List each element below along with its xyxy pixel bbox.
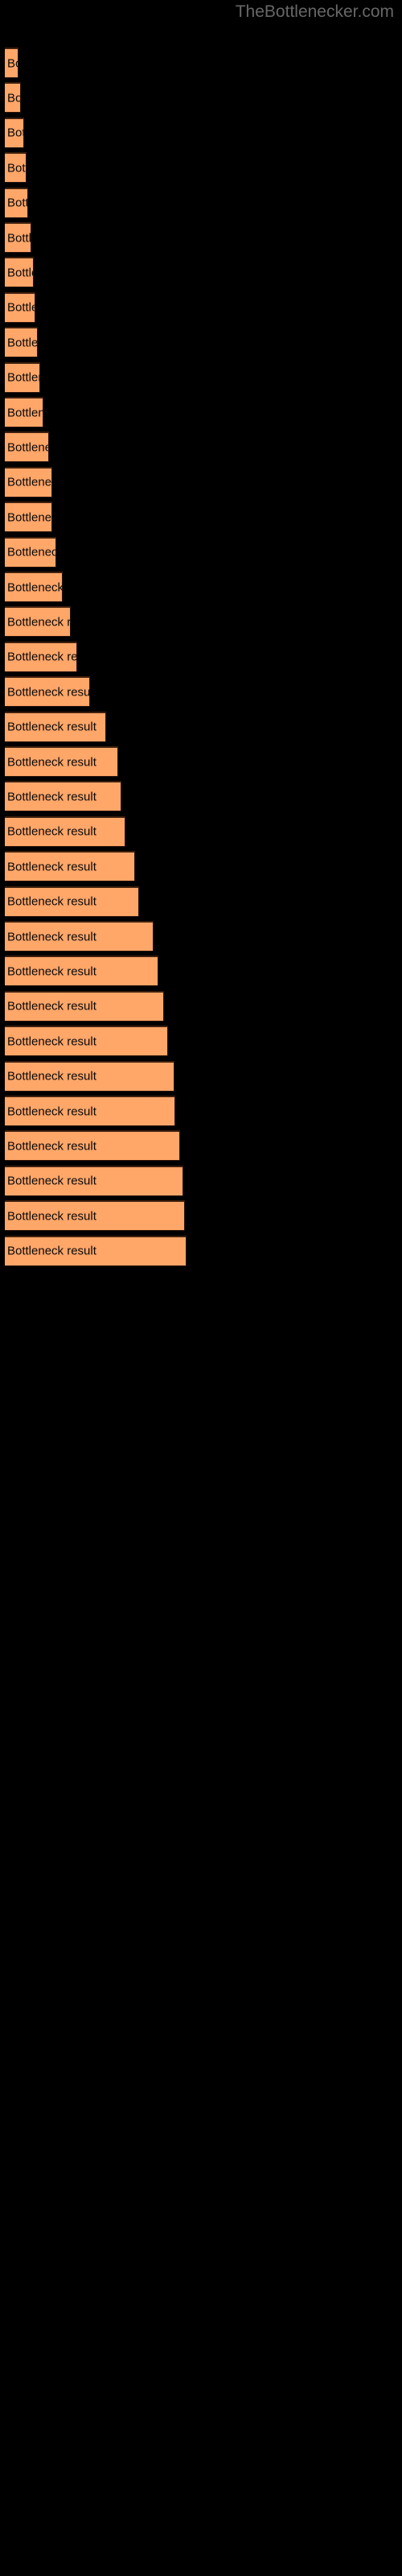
bar-label: Bottleneck result	[7, 475, 52, 489]
bar: Bottleneck result	[5, 990, 164, 1022]
bar-label: Bottleneck result	[7, 545, 55, 559]
bar-label: Bottleneck result	[7, 266, 33, 280]
bar: Bottleneck result	[5, 1026, 168, 1057]
bar-label: Bottleneck result	[7, 1139, 96, 1154]
bar-label: Bottleneck result	[7, 615, 71, 630]
bar: Bottleneck result	[5, 431, 49, 463]
bar: Bottleneck result	[5, 152, 27, 184]
bar-label: Bottleneck result	[7, 1244, 96, 1258]
bar-label: Bottleneck result	[7, 720, 96, 734]
bar-label: Bottleneck result	[7, 56, 18, 70]
bar-label: Bottleneck result	[7, 196, 27, 210]
bar-label: Bottleneck result	[7, 1174, 96, 1188]
bar: Bottleneck result	[5, 1235, 187, 1266]
bar-label: Bottleneck result	[7, 1104, 96, 1118]
bar: Bottleneck result	[5, 187, 28, 218]
bar-label: Bottleneck result	[7, 999, 96, 1013]
bar-label: Bottleneck result	[7, 1034, 96, 1049]
bar-label: Bottleneck result	[7, 650, 77, 664]
bar: Bottleneck result	[5, 711, 106, 742]
bar-label: Bottleneck result	[7, 510, 52, 525]
bar-label: Bottleneck result	[7, 1209, 96, 1224]
bar: Bottleneck result	[5, 781, 121, 812]
bar-label: Bottleneck result	[7, 1069, 96, 1084]
bar-label: Bottleneck result	[7, 894, 96, 909]
bar: Bottleneck result	[5, 291, 35, 323]
bar: Bottleneck result	[5, 397, 43, 427]
bar-label: Bottleneck result	[7, 91, 21, 105]
bar-label: Bottleneck result	[7, 930, 96, 943]
bar: Bottleneck result	[5, 606, 71, 638]
bar: Bottleneck result	[5, 1130, 180, 1162]
bar: Bottleneck result	[5, 1060, 174, 1092]
bottleneck-chart-canvas: TheBottlenecker.com Bottleneck resultBot…	[0, 0, 402, 2576]
bar-label: Bottleneck result	[7, 300, 35, 315]
bar-label: Bottleneck result	[7, 790, 96, 804]
bar-label: Bottleneck result	[7, 580, 63, 594]
bar: Bottleneck result	[5, 257, 34, 288]
bar: Bottleneck result	[5, 82, 21, 114]
bar-label: Bottleneck result	[7, 126, 23, 140]
bar-label: Bottleneck result	[7, 860, 96, 874]
bar: Bottleneck result	[5, 676, 90, 708]
bar: Bottleneck result	[5, 921, 154, 952]
bar: Bottleneck result	[5, 466, 52, 497]
bar: Bottleneck result	[5, 361, 40, 393]
bar: Bottleneck result	[5, 1096, 175, 1126]
bar: Bottleneck result	[5, 815, 125, 847]
bar: Bottleneck result	[5, 327, 38, 358]
bar: Bottleneck result	[5, 886, 139, 917]
bar: Bottleneck result	[5, 572, 63, 602]
bar: Bottleneck result	[5, 117, 24, 148]
bar-label: Bottleneck result	[7, 336, 38, 350]
bar: Bottleneck result	[5, 1165, 183, 1196]
bar: Bottleneck result	[5, 956, 158, 987]
bar: Bottleneck result	[5, 641, 77, 672]
bar: Bottleneck result	[5, 851, 135, 882]
bar-label: Bottleneck result	[7, 161, 26, 175]
bar-label: Bottleneck result	[7, 685, 90, 700]
bar-list: Bottleneck result Bottleneck result Bottle…	[0, 0, 402, 2576]
bar-label: Bottleneck result	[7, 755, 96, 769]
bar: Bottleneck result	[5, 746, 118, 777]
bar: Bottleneck result	[5, 1200, 185, 1232]
bar-label: Bottleneck result	[7, 824, 96, 839]
bar-label: Bottleneck result	[7, 406, 43, 419]
bar-label: Bottleneck result	[7, 370, 39, 385]
bar-label: Bottleneck result	[7, 231, 31, 245]
bar: Bottleneck result	[5, 502, 52, 533]
bar: Bottleneck result	[5, 47, 18, 78]
bar-label: Bottleneck result	[7, 964, 96, 979]
bar: Bottleneck result	[5, 222, 31, 253]
bar-label: Bottleneck result	[7, 440, 48, 455]
bar: Bottleneck result	[5, 536, 56, 568]
